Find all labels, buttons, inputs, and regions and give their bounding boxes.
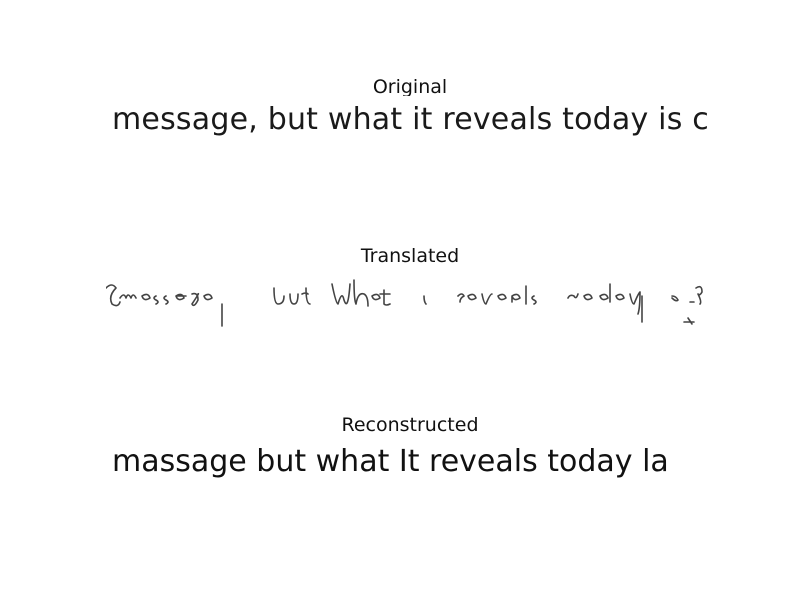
original-title: Original: [372, 76, 448, 98]
original-image: message, but what it reveals today is c: [106, 96, 708, 150]
reconstructed-image: massage but what It reveals today la: [106, 436, 708, 490]
original-text: message, but what it reveals today is c: [112, 102, 708, 137]
reconstructed-title: Reconstructed: [341, 414, 479, 436]
reconstructed-text: massage but what It reveals today la: [112, 444, 669, 479]
translated-title: Translated: [360, 245, 460, 267]
handwriting-strokes: [106, 279, 703, 327]
translated-handwriting-image: [106, 268, 708, 332]
